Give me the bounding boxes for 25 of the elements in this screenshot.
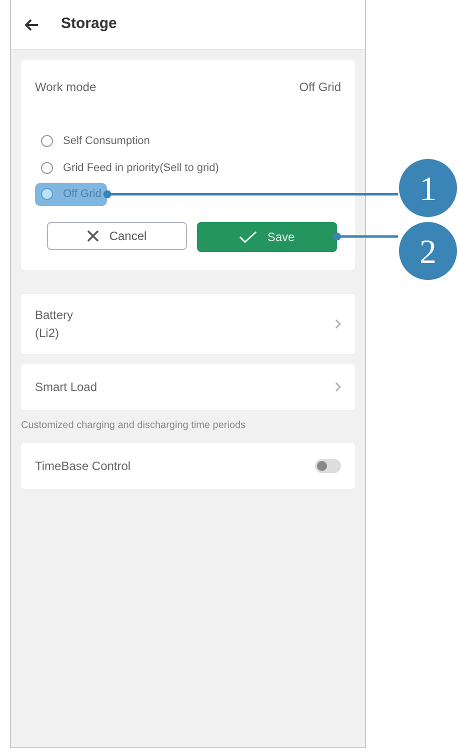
callout-badge bbox=[399, 159, 457, 217]
settings-row[interactable]: Smart Load bbox=[21, 364, 355, 410]
chevron-icon bbox=[335, 319, 341, 330]
setting-value: Off Grid bbox=[299, 79, 341, 96]
save-button[interactable]: Save bbox=[197, 222, 337, 252]
leader-line bbox=[333, 232, 398, 240]
chevron-icon bbox=[335, 382, 341, 392]
radio-option[interactable]: Self Consumption bbox=[35, 130, 156, 152]
row-label: TimeBase Control bbox=[35, 458, 131, 474]
back-icon[interactable] bbox=[25, 19, 39, 32]
setting-label: Work mode bbox=[35, 79, 96, 96]
settings-row[interactable]: Battery (Li2) bbox=[21, 294, 355, 354]
radio-option[interactable]: Grid Feed in priority(Sell to grid) bbox=[35, 156, 225, 179]
row-label: Battery bbox=[35, 306, 74, 324]
callout-number: 2 bbox=[420, 234, 436, 271]
row-sublabel: (Li2) bbox=[35, 324, 60, 342]
row-label: Smart Load bbox=[35, 378, 98, 396]
close-icon bbox=[87, 230, 100, 242]
cancel-button[interactable]: Cancel bbox=[47, 222, 187, 250]
toggle-switch[interactable] bbox=[315, 458, 341, 472]
check-icon bbox=[239, 230, 258, 242]
callout-number: 1 bbox=[420, 171, 436, 208]
screen-title: Storage bbox=[61, 14, 117, 34]
section-note: Customized charging and discharging time periods bbox=[20, 418, 247, 432]
callout-badge bbox=[399, 222, 457, 280]
